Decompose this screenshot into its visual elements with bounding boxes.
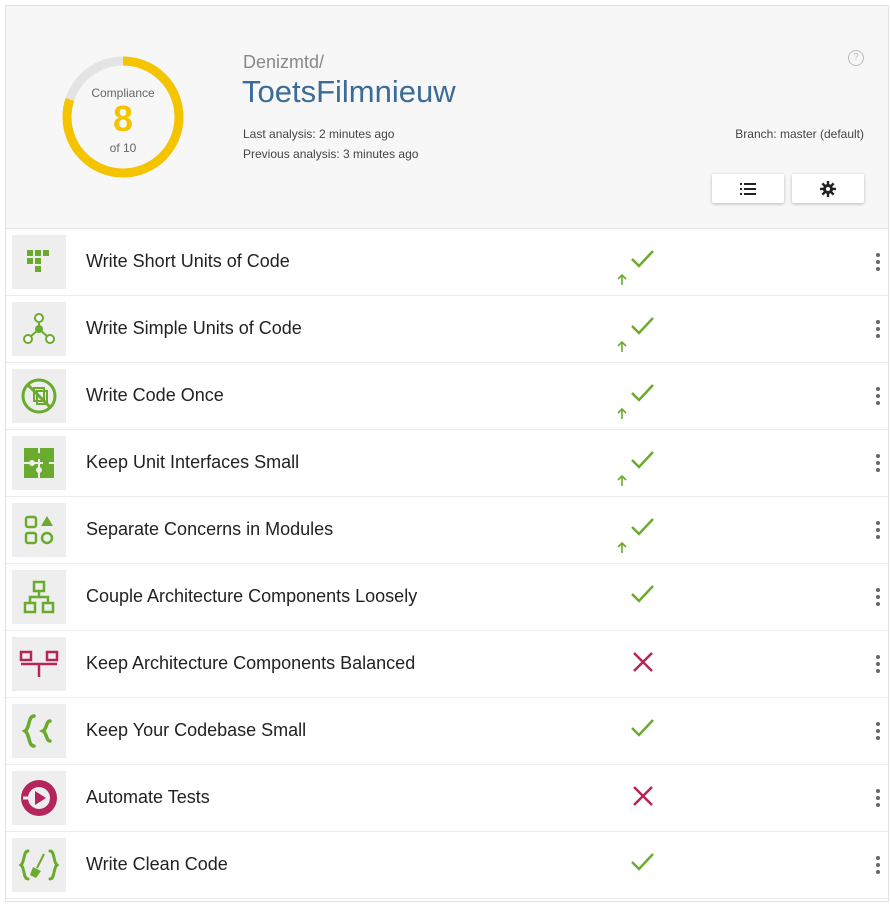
compliance-score: 8 (112, 98, 134, 139)
last-analysis: Last analysis: 2 minutes ago (243, 127, 395, 141)
guideline-row[interactable]: Keep Architecture Components Balanced (6, 631, 888, 698)
components-icon (12, 570, 66, 624)
compliance-total: of 10 (109, 141, 137, 155)
more-options-button[interactable] (872, 519, 884, 541)
guideline-label: Write Simple Units of Code (86, 318, 302, 338)
guideline-label: Separate Concerns in Modules (86, 519, 334, 539)
more-options-button[interactable] (872, 452, 884, 474)
guideline-row[interactable]: Write Code Once (6, 363, 888, 430)
guideline-label: Write Code Once (86, 385, 224, 405)
improved-arrow-icon (617, 541, 627, 553)
status-check-icon (631, 719, 654, 737)
balance-icon (12, 637, 66, 691)
more-options-button[interactable] (872, 586, 884, 608)
more-options-button[interactable] (872, 720, 884, 742)
guideline-list: Write Short Units of Code Write Simple U… (6, 229, 888, 899)
status-check-icon (631, 585, 654, 603)
status-cross-icon (633, 786, 653, 806)
guideline-label: Couple Architecture Components Loosely (86, 586, 418, 606)
compliance-gauge: Compliance 8 of 10 (60, 54, 186, 180)
guideline-label: Automate Tests (86, 787, 210, 807)
more-options-button[interactable] (872, 385, 884, 407)
repo-owner-link[interactable]: Denizmtd/ (243, 52, 324, 73)
status-check-icon (617, 317, 654, 352)
improved-arrow-icon (617, 474, 627, 486)
no-copy-icon (12, 369, 66, 423)
guideline-row[interactable]: Write Short Units of Code (6, 229, 888, 296)
guideline-label: Keep Your Codebase Small (86, 720, 307, 740)
branch-label[interactable]: Branch: master (default) (735, 127, 864, 141)
play-test-icon (12, 771, 66, 825)
status-check-icon (617, 451, 654, 486)
status-check-icon (631, 853, 654, 871)
guideline-row[interactable]: Write Clean Code (6, 832, 888, 899)
repository-header: Compliance 8 of 10 Denizmtd/ ToetsFilmni… (6, 6, 888, 229)
list-view-button[interactable] (712, 174, 784, 203)
list-icon (740, 182, 756, 195)
guideline-row[interactable]: Write Simple Units of Code (6, 296, 888, 363)
guideline-row[interactable]: Keep Unit Interfaces Small (6, 430, 888, 497)
guideline-row[interactable]: Separate Concerns in Modules (6, 497, 888, 564)
help-icon[interactable]: ? (848, 50, 864, 66)
settings-button[interactable] (792, 174, 864, 203)
dashboard-panel: Compliance 8 of 10 Denizmtd/ ToetsFilmni… (5, 5, 889, 902)
gear-icon (820, 180, 836, 197)
braces-icon (12, 704, 66, 758)
status-check-icon (617, 250, 654, 285)
graph-nodes-icon (12, 302, 66, 356)
more-options-button[interactable] (872, 251, 884, 273)
guideline-row[interactable]: Automate Tests (6, 765, 888, 832)
more-options-button[interactable] (872, 318, 884, 340)
improved-arrow-icon (617, 407, 627, 419)
guideline-row[interactable]: Couple Architecture Components Loosely (6, 564, 888, 631)
puzzle-icon (12, 436, 66, 490)
guideline-label: Keep Architecture Components Balanced (86, 653, 416, 673)
status-check-icon (617, 384, 654, 419)
previous-analysis: Previous analysis: 3 minutes ago (243, 147, 419, 161)
guideline-label: Write Clean Code (86, 854, 228, 874)
more-options-button[interactable] (872, 854, 884, 876)
status-cross-icon (633, 652, 653, 672)
improved-arrow-icon (617, 273, 627, 285)
status-check-icon (617, 518, 654, 553)
guideline-label: Write Short Units of Code (86, 251, 290, 271)
guideline-row[interactable]: Keep Your Codebase Small (6, 698, 888, 765)
more-options-button[interactable] (872, 787, 884, 809)
improved-arrow-icon (617, 340, 627, 352)
modules-icon (12, 503, 66, 557)
more-options-button[interactable] (872, 653, 884, 675)
repo-name: ToetsFilmnieuw (242, 74, 456, 109)
broom-braces-icon (12, 838, 66, 892)
guideline-label: Keep Unit Interfaces Small (86, 452, 300, 472)
blocks-icon (12, 235, 66, 289)
